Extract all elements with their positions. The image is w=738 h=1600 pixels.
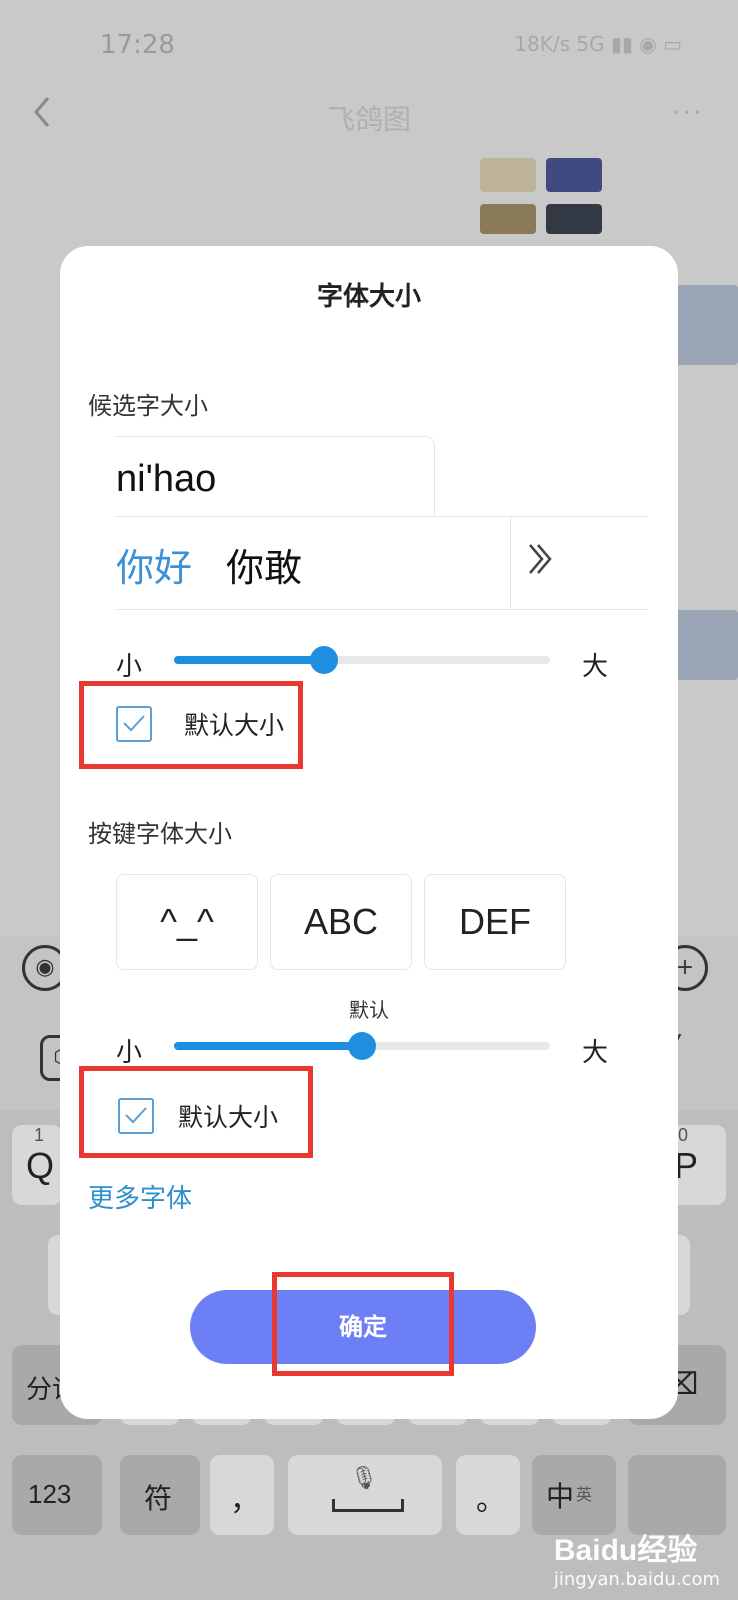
thumbnail[interactable]: [546, 158, 602, 192]
num-key-label: 123: [28, 1479, 72, 1509]
highlight-box: [79, 681, 303, 769]
key-q-label: Q: [26, 1145, 55, 1186]
header-title: 飞鸽图: [326, 103, 411, 136]
baidu-watermark: Baidu经验 jingyan.baidu.com: [554, 1525, 720, 1590]
app-header: 飞鸽图 ···: [0, 80, 738, 150]
key-size-slider[interactable]: [174, 1032, 550, 1060]
space-bar-icon: [332, 1499, 404, 1512]
symbol-key-label: 符: [144, 1483, 173, 1514]
status-time: 17:28: [100, 30, 175, 60]
status-bar: 17:28 18K/s 5G ▮▮ ◉ ▭: [0, 20, 738, 70]
lang-key[interactable]: 中 英: [532, 1455, 616, 1535]
candidate-word: 你敢: [226, 546, 303, 590]
key-slider-max-label: 大: [582, 1038, 609, 1068]
comma-key-label: ，: [230, 1484, 260, 1517]
more-icon[interactable]: ···: [671, 96, 704, 129]
thumbnail[interactable]: [480, 204, 536, 234]
key-preview-emoticon: ^_^: [116, 874, 258, 970]
highlight-box: [79, 1066, 313, 1158]
space-key[interactable]: 🎙: [288, 1455, 442, 1535]
candidate-slider-fill: [174, 656, 325, 664]
key-q[interactable]: 1 Q: [12, 1125, 62, 1205]
candidate-slider-max-label: 大: [582, 652, 609, 682]
candidate-size-slider[interactable]: [174, 646, 550, 674]
thumbnail[interactable]: [546, 204, 602, 234]
enter-key[interactable]: [628, 1455, 726, 1535]
status-indicators: 18K/s 5G ▮▮ ◉ ▭: [514, 32, 682, 56]
symbol-key[interactable]: 符: [120, 1455, 200, 1535]
period-key-label: 。: [476, 1484, 506, 1517]
lang-key-hint: 英: [576, 1487, 593, 1504]
thumbnail[interactable]: [480, 158, 536, 192]
key-slider-fill: [174, 1042, 362, 1050]
candidate-slider-min-label: 小: [116, 652, 143, 682]
num-key[interactable]: 123: [12, 1455, 102, 1535]
comma-key[interactable]: ，: [210, 1455, 274, 1535]
highlight-box: [272, 1272, 454, 1376]
key-preview-abc: ABC: [270, 874, 412, 970]
key-size-label: 按键字体大小: [88, 820, 232, 848]
period-key[interactable]: 。: [456, 1455, 520, 1535]
key-slider-default-mark: 默认: [349, 998, 389, 1022]
candidate-size-label: 候选字大小: [88, 392, 208, 420]
candidate-row: 你好 你敢: [116, 516, 648, 610]
watermark-brand: Baidu经验: [553, 1534, 698, 1567]
candidate-slider-thumb[interactable]: [310, 646, 339, 674]
key-p-hint: 0: [678, 1125, 689, 1145]
more-fonts-link[interactable]: 更多字体: [88, 1178, 192, 1215]
key-slider-thumb[interactable]: [348, 1032, 376, 1060]
key-slider-min-label: 小: [116, 1038, 143, 1068]
dialog-title: 字体大小: [316, 282, 421, 312]
candidate-pinyin: ni'hao: [116, 458, 217, 500]
font-size-dialog: 字体大小 候选字大小 ni'hao 你好 你敢 小 大 默认大小 按键字体大小 …: [60, 246, 678, 1419]
candidate-divider: [510, 517, 511, 609]
lang-key-label: 中: [546, 1481, 575, 1512]
microphone-icon: 🎙: [350, 1465, 378, 1490]
candidate-word-selected: 你好: [116, 546, 193, 590]
key-preview-def: DEF: [424, 874, 566, 970]
watermark-url: jingyan.baidu.com: [553, 1569, 720, 1590]
double-chevron-right-icon: [526, 539, 556, 589]
key-q-hint: 1: [34, 1125, 45, 1145]
